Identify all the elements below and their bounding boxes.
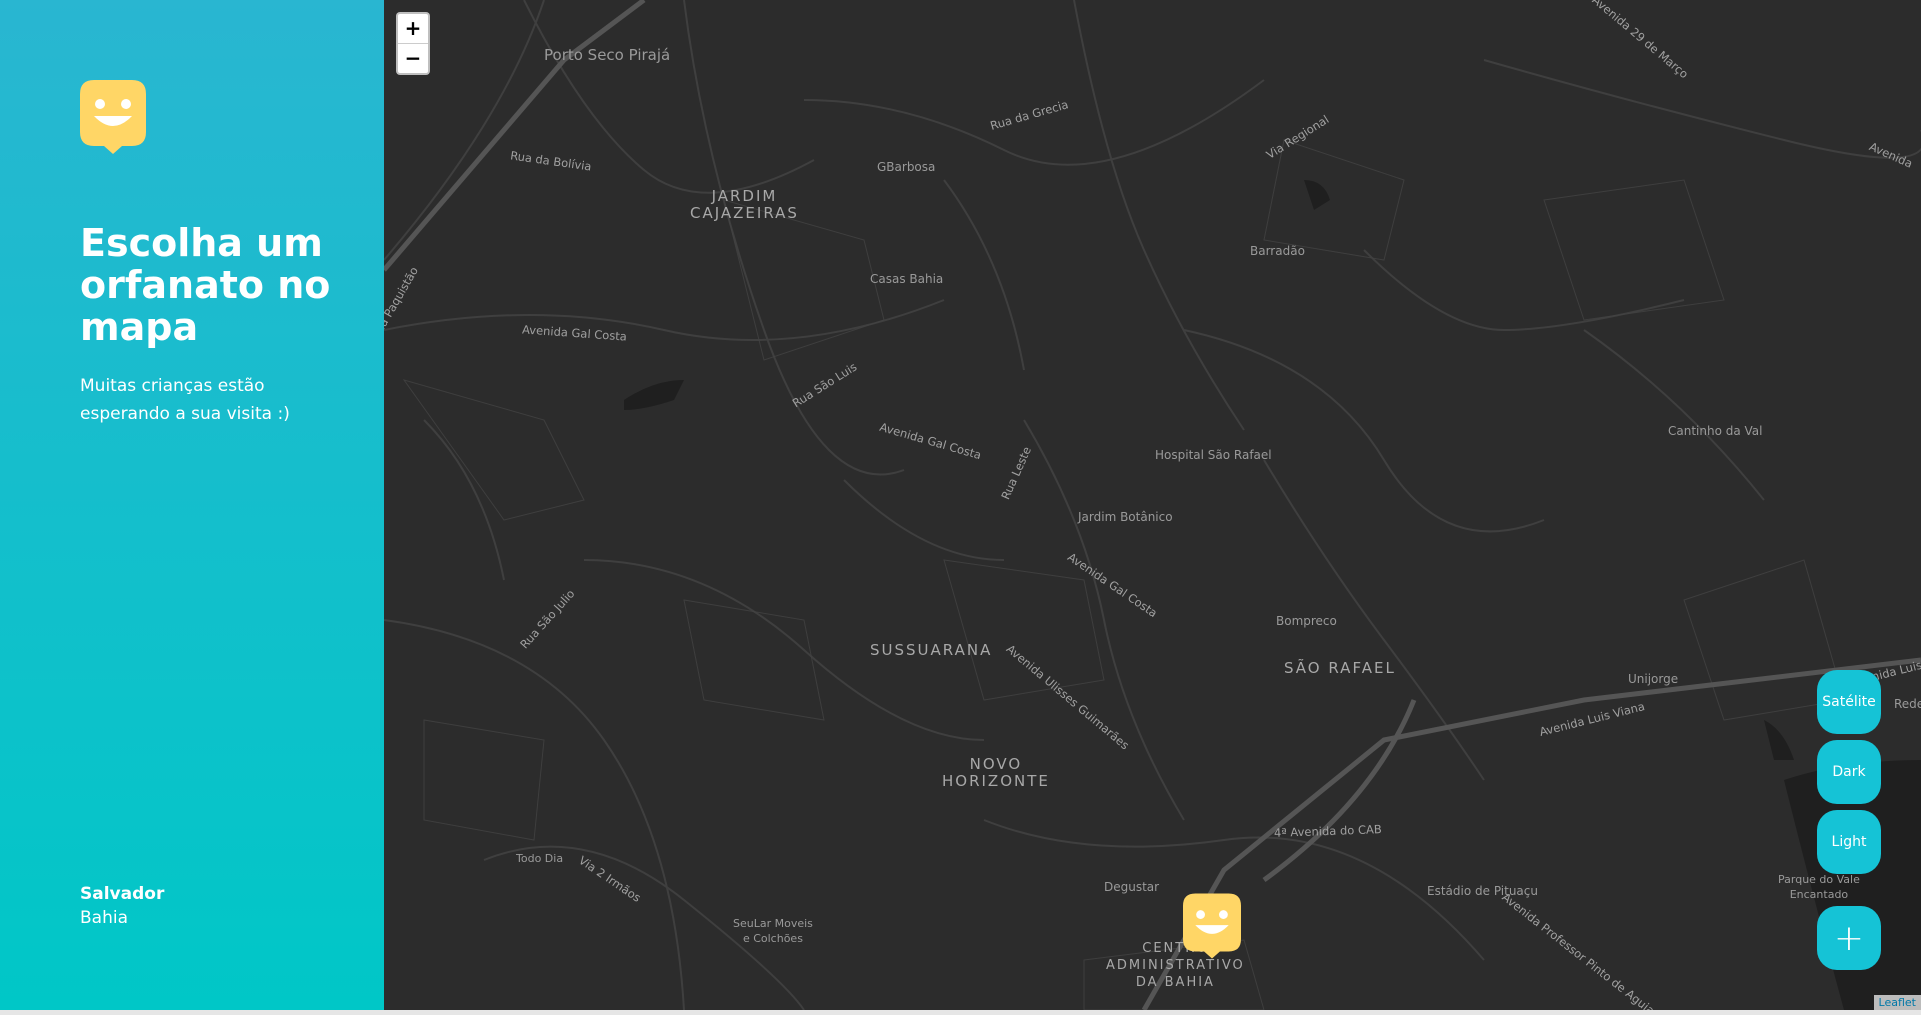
page-subtitle: Muitas crianças estão esperando a sua vi…: [80, 376, 290, 424]
map-label-sao-rafael: SÃO RAFAEL: [1284, 659, 1396, 677]
location-info: Salvador Bahia: [80, 882, 164, 930]
map-label-cantinho: Cantinho da Val: [1668, 424, 1763, 438]
map-label-unijorge: Unijorge: [1628, 672, 1679, 686]
state-name: Bahia: [80, 908, 128, 928]
map-label-sussuarana: SUSSUARANA: [870, 641, 993, 659]
zoom-out-button[interactable]: −: [398, 43, 428, 73]
map-label-jardim-botanico: Jardim Botânico: [1078, 510, 1173, 524]
light-style-button[interactable]: Light: [1817, 810, 1881, 874]
map-area[interactable]: Porto Seco Pirajá Rua da Bolívia JARDIM …: [384, 0, 1921, 1010]
map-label-barradao: Barradão: [1250, 244, 1305, 258]
map-label-rede: Rede: [1894, 697, 1921, 711]
map-label-estadio: Estádio de Pituaçu: [1427, 884, 1538, 898]
map-label-degustar: Degustar: [1104, 880, 1160, 894]
map-label-parque-vale: Parque do Vale Encantado: [1778, 873, 1860, 901]
map-label-todo-dia: Todo Dia: [516, 852, 564, 865]
map-label-porto-seco: Porto Seco Pirajá: [544, 46, 671, 64]
dark-style-button[interactable]: Dark: [1817, 740, 1881, 804]
map-label-bompreco: Bompreco: [1276, 614, 1337, 628]
map-tiles: [384, 0, 1921, 1010]
page-title: Escolha um orfanato no mapa: [80, 221, 331, 349]
add-orphanage-button[interactable]: +: [1817, 906, 1881, 970]
map-label-hospital: Hospital São Rafael: [1155, 448, 1272, 462]
zoom-in-button[interactable]: +: [398, 14, 428, 43]
happy-face-icon: [80, 80, 146, 154]
map-label-gbarbosa: GBarbosa: [877, 160, 936, 174]
sidebar: Escolha um orfanato no mapa Muitas crian…: [0, 0, 384, 1010]
leaflet-attribution-link[interactable]: Leaflet: [1873, 995, 1921, 1010]
map-label-novo-horizonte: NOVO HORIZONTE: [942, 755, 1050, 790]
map-label-casas-bahia: Casas Bahia: [870, 272, 944, 286]
city-name: Salvador: [80, 884, 165, 904]
orphanage-marker-icon[interactable]: [1183, 893, 1241, 959]
map-label-jardim-cajazeiras: JARDIM CAJAZEIRAS: [690, 187, 799, 222]
zoom-control: + −: [396, 12, 430, 75]
satellite-style-button[interactable]: Satélite: [1817, 670, 1881, 734]
bottom-border: [0, 1010, 1921, 1015]
map-label-seular: SeuLar Moveis e Colchões: [733, 917, 813, 945]
